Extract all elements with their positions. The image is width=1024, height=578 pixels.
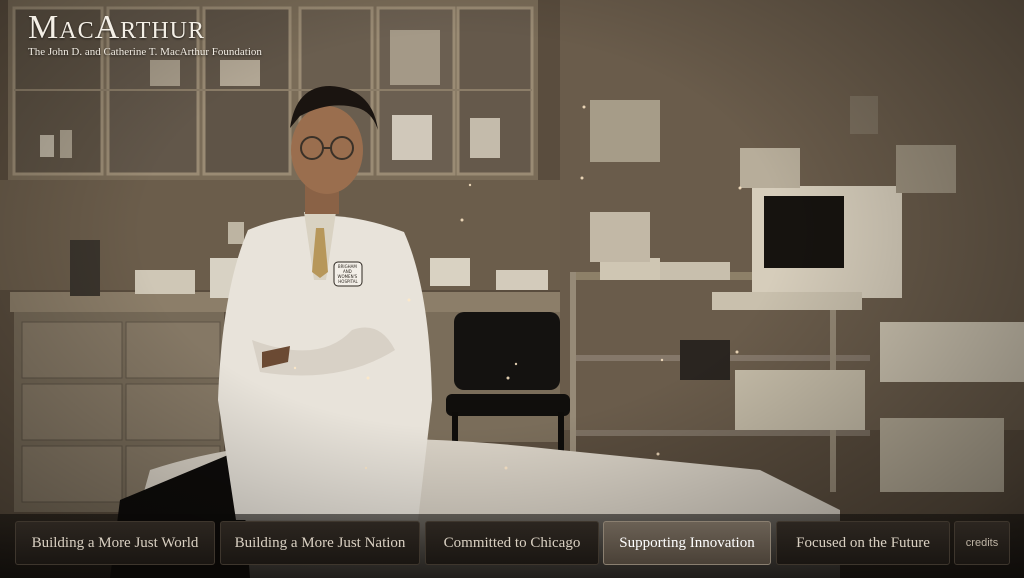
page: BRIGHAM AND WOMEN'S HOSPITAL MacArthur T… <box>0 0 1024 578</box>
logo-subtitle: The John D. and Catherine T. MacArthur F… <box>28 46 262 58</box>
foundation-logo[interactable]: MacArthur The John D. and Catherine T. M… <box>28 9 262 59</box>
nav-committed-to-chicago[interactable]: Committed to Chicago <box>425 521 599 565</box>
nav-building-more-just-world[interactable]: Building a More Just World <box>15 521 215 565</box>
badge-line-4: HOSPITAL <box>338 279 358 284</box>
svg-text:BRIGHAM AND WO: BRIGHAM AND WOMEN'S HOSPITAL <box>338 264 359 284</box>
bottom-nav: Building a More Just World Building a Mo… <box>0 514 1024 578</box>
nav-supporting-innovation[interactable]: Supporting Innovation <box>603 521 771 565</box>
logo-title: MacArthur <box>28 9 206 46</box>
credits-button[interactable]: credits <box>954 521 1010 565</box>
nav-building-more-just-nation[interactable]: Building a More Just Nation <box>220 521 420 565</box>
hero-photo: BRIGHAM AND WOMEN'S HOSPITAL <box>0 0 1024 578</box>
nav-focused-on-future[interactable]: Focused on the Future <box>776 521 950 565</box>
